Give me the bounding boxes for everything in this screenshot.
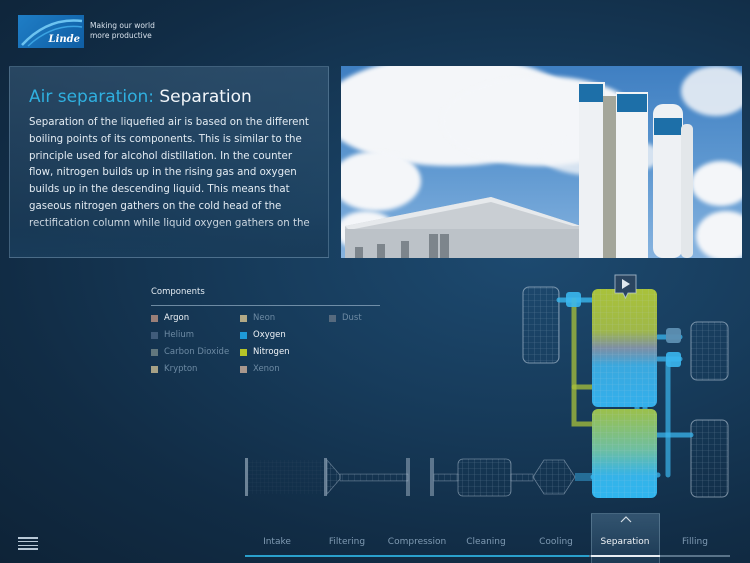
play-icon[interactable] (614, 274, 637, 300)
storage-tank-left (522, 286, 560, 364)
tab-filling[interactable]: Filling (661, 537, 729, 547)
legend-item-argon[interactable]: Argon (151, 313, 189, 323)
tab-intake[interactable]: Intake (243, 537, 311, 547)
tab-filtering[interactable]: Filtering (313, 537, 381, 547)
tagline-line-2: more productive (90, 31, 152, 40)
rectification-column-upper (592, 289, 657, 407)
page-title: Air separation: Separation (29, 87, 252, 107)
legend-item-carbon-dioxide[interactable]: Carbon Dioxide (151, 347, 229, 357)
title-prefix: Air separation: (29, 87, 154, 107)
components-heading: Components (151, 287, 205, 297)
valve (666, 352, 681, 367)
legend-item-helium[interactable]: Helium (151, 330, 194, 340)
legend-item-krypton[interactable]: Krypton (151, 364, 197, 374)
plant-photo (341, 66, 742, 258)
valve (566, 292, 581, 307)
process-step-nav: Intake Filtering Compression Cleaning Co… (243, 525, 730, 563)
swatch-argon (151, 314, 158, 322)
title-main: Separation (159, 87, 252, 107)
chevron-up-icon[interactable] (616, 515, 636, 523)
tagline-line-1: Making our world (90, 21, 155, 30)
process-diagram[interactable] (240, 270, 750, 510)
info-panel[interactable]: Air separation: Separation Separation of… (9, 66, 329, 258)
tab-compression[interactable]: Compression (383, 537, 451, 547)
linde-logo: Linde (18, 15, 84, 48)
tab-cleaning[interactable]: Cleaning (452, 537, 520, 547)
storage-tank-right-top (690, 321, 729, 381)
rectification-column-lower (592, 409, 657, 498)
info-body-text: Separation of the liquefied air is based… (29, 117, 310, 229)
tagline: Making our world more productive (90, 21, 155, 41)
nav-progress-bar (245, 555, 590, 557)
active-tab-underline (591, 555, 660, 557)
valve (666, 328, 681, 343)
swatch-helium (151, 331, 158, 339)
legend-label: Krypton (164, 364, 198, 374)
hamburger-menu-icon[interactable] (18, 537, 38, 551)
storage-tank-right-bottom (690, 419, 729, 498)
scroll-fade (10, 217, 328, 257)
plant-illustration (345, 82, 693, 258)
intake-wireframe (245, 458, 593, 497)
legend-label: Argon (164, 313, 190, 323)
legend-label: Helium (164, 330, 195, 340)
tab-separation[interactable]: Separation (591, 537, 659, 547)
legend-label: Carbon Dioxide (164, 347, 230, 357)
swatch-krypton (151, 365, 158, 373)
swatch-carbon-dioxide (151, 348, 158, 356)
logo-text: Linde (48, 34, 80, 45)
tab-cooling[interactable]: Cooling (522, 537, 590, 547)
